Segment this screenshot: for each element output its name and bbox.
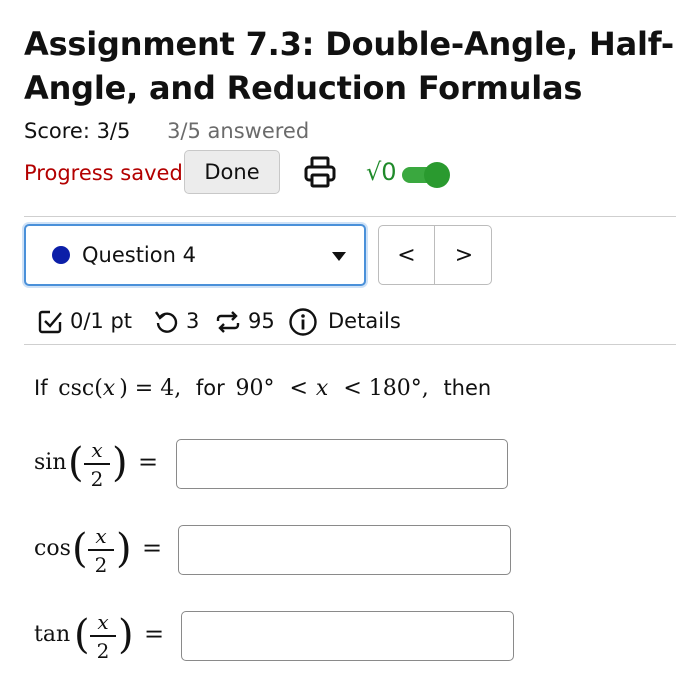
function-name: sin <box>34 450 67 475</box>
retries-info: 3 <box>154 306 206 336</box>
sin-answer-input[interactable] <box>176 439 508 489</box>
fraction: x2 <box>84 438 110 491</box>
question-prompt: If csc(x) = 4, for 90° < x < 180°, then <box>34 372 491 405</box>
toggle-knob <box>424 162 450 188</box>
question-status-dot <box>52 246 70 264</box>
score-text: Score: 3/5 <box>24 119 131 143</box>
printer-icon[interactable] <box>302 154 338 190</box>
checkbox-icon <box>38 310 62 334</box>
score-line: Score: 3/5 3/5 answered <box>24 116 309 146</box>
tan-answer-input[interactable] <box>181 611 514 661</box>
assignment-page: Assignment 7.3: Double-Angle, Half-Angle… <box>0 0 700 686</box>
function-name: cos <box>34 536 71 561</box>
points-text: 0/1 pt <box>70 309 133 333</box>
prompt-range: 90° < x < 180°, <box>235 376 429 401</box>
retries-count: 3 <box>186 309 200 333</box>
prompt-csc: csc(x) = 4, <box>58 376 182 401</box>
divider <box>24 344 676 345</box>
question-select[interactable]: Question 4 <box>24 224 366 286</box>
math-mode-toggle[interactable] <box>402 162 452 188</box>
previous-question-button[interactable]: < <box>379 226 435 284</box>
fraction: x2 <box>88 524 114 577</box>
details-label: Details <box>328 309 401 333</box>
details-link[interactable]: Details <box>288 306 408 336</box>
question-select-label: Question 4 <box>82 243 196 267</box>
info-icon <box>289 308 317 336</box>
cos-answer-input[interactable] <box>178 525 511 575</box>
caret-down-icon <box>332 252 346 261</box>
question-nav-group: < > <box>378 225 492 285</box>
page-title: Assignment 7.3: Double-Angle, Half-Angle… <box>24 25 675 107</box>
attempts-info: 95 <box>214 306 278 336</box>
fraction: x2 <box>90 610 116 663</box>
answered-count: 3/5 answered <box>167 119 310 143</box>
done-button[interactable]: Done <box>184 150 280 194</box>
math-mode-label: √0 <box>366 158 397 186</box>
points-info: 0/1 pt <box>38 306 148 336</box>
progress-status: Progress saved <box>24 161 183 185</box>
next-question-button[interactable]: > <box>436 226 492 284</box>
prompt-then: then <box>443 376 492 400</box>
prompt-if: If <box>34 376 48 400</box>
divider <box>24 216 676 217</box>
repeat-icon <box>216 311 240 333</box>
attempts-count: 95 <box>248 309 275 333</box>
function-name: tan <box>34 622 71 647</box>
prompt-for: for <box>195 376 225 400</box>
undo-icon <box>155 311 178 333</box>
